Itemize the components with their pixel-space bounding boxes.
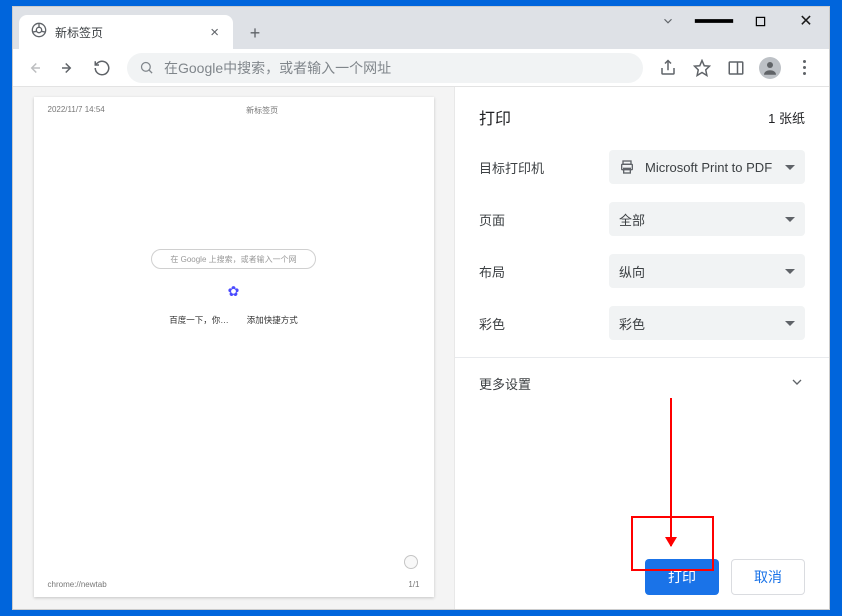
pages-value: 全部 xyxy=(619,210,785,229)
star-icon[interactable] xyxy=(687,53,717,83)
printer-icon xyxy=(619,159,637,175)
print-actions: 打印 取消 xyxy=(455,545,829,609)
color-label: 彩色 xyxy=(479,314,609,333)
color-select[interactable]: 彩色 xyxy=(609,306,805,340)
profile-avatar[interactable] xyxy=(755,53,785,83)
toolbar: 在Google中搜索，或者输入一个网址 xyxy=(13,49,829,87)
preview-page-number: 1/1 xyxy=(408,580,419,589)
destination-select[interactable]: Microsoft Print to PDF xyxy=(609,150,805,184)
preview-shortcut-add: 添加快捷方式 xyxy=(247,314,298,326)
preview-timestamp: 2022/11/7 14:54 xyxy=(48,105,105,116)
back-button[interactable] xyxy=(19,53,49,83)
more-settings-toggle[interactable]: 更多设置 xyxy=(455,358,829,409)
new-tab-button[interactable]: + xyxy=(241,19,269,47)
preview-url: chrome://newtab xyxy=(48,580,107,589)
paw-icon: ✿ xyxy=(228,283,240,300)
layout-label: 布局 xyxy=(479,262,609,281)
customize-icon xyxy=(404,555,418,569)
kebab-menu-icon[interactable] xyxy=(789,60,819,75)
more-settings-label: 更多设置 xyxy=(479,374,531,393)
cancel-button[interactable]: 取消 xyxy=(731,559,805,595)
share-icon[interactable] xyxy=(653,53,683,83)
chevron-down-icon xyxy=(789,374,805,393)
pages-label: 页面 xyxy=(479,210,609,229)
forward-button[interactable] xyxy=(53,53,83,83)
print-preview-panel: 2022/11/7 14:54 新标签页 在 Google 上搜索，或者输入一个… xyxy=(13,87,454,609)
chevron-down-icon[interactable] xyxy=(645,7,691,35)
window-maximize-button[interactable] xyxy=(737,7,783,35)
layout-value: 纵向 xyxy=(619,262,785,281)
tab-title: 新标签页 xyxy=(55,24,206,41)
preview-page[interactable]: 2022/11/7 14:54 新标签页 在 Google 上搜索，或者输入一个… xyxy=(34,97,434,597)
sidepanel-icon[interactable] xyxy=(721,53,751,83)
chrome-icon xyxy=(31,22,47,43)
print-page-count: 1 张纸 xyxy=(768,108,805,127)
caret-down-icon xyxy=(785,269,795,274)
browser-window: 新标签页 × + ✕ 在Goog xyxy=(12,6,830,610)
window-close-button[interactable]: ✕ xyxy=(783,7,829,35)
tab-close-icon[interactable]: × xyxy=(206,24,223,41)
caret-down-icon xyxy=(785,217,795,222)
window-controls: ✕ xyxy=(645,7,829,49)
reload-button[interactable] xyxy=(87,53,117,83)
address-bar[interactable]: 在Google中搜索，或者输入一个网址 xyxy=(127,53,643,83)
caret-down-icon xyxy=(785,321,795,326)
preview-footer: chrome://newtab 1/1 xyxy=(34,572,434,597)
caret-down-icon xyxy=(785,165,795,170)
pages-select[interactable]: 全部 xyxy=(609,202,805,236)
window-minimize-button[interactable] xyxy=(691,7,737,35)
tab[interactable]: 新标签页 × xyxy=(19,15,233,49)
print-button[interactable]: 打印 xyxy=(645,559,719,595)
address-placeholder: 在Google中搜索，或者输入一个网址 xyxy=(164,58,391,78)
color-value: 彩色 xyxy=(619,314,785,333)
preview-shortcut-baidu: 百度一下，你… xyxy=(169,314,229,326)
destination-label: 目标打印机 xyxy=(479,158,609,177)
search-icon xyxy=(139,60,154,75)
print-title: 打印 xyxy=(479,105,768,129)
preview-page-name: 新标签页 xyxy=(105,105,420,116)
layout-select[interactable]: 纵向 xyxy=(609,254,805,288)
print-settings-panel: 打印 1 张纸 目标打印机 Microsoft Print to PDF 页面 xyxy=(454,87,829,609)
tab-strip: 新标签页 × + ✕ xyxy=(13,7,829,49)
preview-search-bar: 在 Google 上搜索，或者输入一个网 xyxy=(151,249,316,269)
preview-header: 2022/11/7 14:54 新标签页 xyxy=(34,97,434,124)
main-content: 2022/11/7 14:54 新标签页 在 Google 上搜索，或者输入一个… xyxy=(13,87,829,609)
destination-value: Microsoft Print to PDF xyxy=(645,160,785,175)
